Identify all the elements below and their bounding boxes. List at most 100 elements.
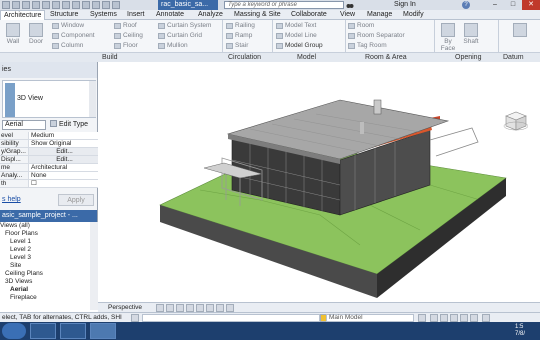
room-button[interactable]: Room xyxy=(348,22,374,29)
sun-path-icon[interactable] xyxy=(166,304,174,312)
panel-label-datum[interactable]: Datum xyxy=(503,53,524,62)
select-links-icon[interactable] xyxy=(430,314,438,322)
select-by-face-icon[interactable] xyxy=(460,314,468,322)
curtain-grid-button[interactable]: Curtain Grid xyxy=(158,32,202,39)
app-menu-icon[interactable] xyxy=(2,1,10,9)
text-icon[interactable] xyxy=(72,1,80,9)
level-button[interactable] xyxy=(510,21,530,49)
panel-label-build[interactable]: Build xyxy=(102,53,118,62)
tab-insert[interactable]: Insert xyxy=(124,10,148,20)
tree-item-aerial[interactable]: Aerial xyxy=(0,286,90,294)
panel-label-opening[interactable]: Opening xyxy=(455,53,481,62)
model-text-button[interactable]: Model Text xyxy=(276,22,316,29)
properties-help-link[interactable]: s help xyxy=(2,196,21,203)
select-pinned-icon[interactable] xyxy=(450,314,458,322)
redo-icon[interactable] xyxy=(42,1,50,9)
browser-scrollbar[interactable] xyxy=(90,222,98,310)
tree-item-ceiling-plans[interactable]: Ceiling Plans xyxy=(0,270,90,278)
edit-type-button[interactable]: Edit Type xyxy=(50,120,94,130)
room-separator-button[interactable]: Room Separator xyxy=(348,32,405,39)
open-icon[interactable] xyxy=(12,1,20,9)
select-underlay-icon[interactable] xyxy=(440,314,448,322)
window-button[interactable]: Window xyxy=(52,22,84,29)
minimize-button[interactable]: – xyxy=(486,0,504,10)
tree-item-level-1[interactable]: Level 1 xyxy=(0,238,90,246)
panel-label-circulation[interactable]: Circulation xyxy=(228,53,261,62)
help-icon[interactable]: ? xyxy=(462,1,470,9)
tab-annotate[interactable]: Annotate xyxy=(153,10,187,20)
by-face-button[interactable]: By Face xyxy=(438,21,458,52)
reveal-hidden-icon[interactable] xyxy=(216,304,224,312)
model-group-button[interactable]: Model Group xyxy=(276,42,323,49)
hide-isolate-icon[interactable] xyxy=(206,304,214,312)
taskbar-app-revit[interactable] xyxy=(90,323,116,339)
perspective-label[interactable]: Perspective xyxy=(108,303,142,312)
visual-style-icon[interactable] xyxy=(156,304,164,312)
3d-view-icon[interactable] xyxy=(82,1,90,9)
curtain-system-button[interactable]: Curtain System xyxy=(158,22,211,29)
tab-architecture[interactable]: Architecture xyxy=(0,10,46,20)
taskbar-app-media[interactable] xyxy=(60,323,86,339)
maximize-button[interactable]: □ xyxy=(504,0,522,10)
mullion-button[interactable]: Mullion xyxy=(158,42,188,49)
roof-button[interactable]: Roof xyxy=(114,22,137,29)
tree-item-level-3[interactable]: Level 3 xyxy=(0,254,90,262)
component-button[interactable]: Component xyxy=(52,32,95,39)
3d-viewport[interactable] xyxy=(98,62,540,302)
tab-massing-site[interactable]: Massing & Site xyxy=(231,10,284,20)
undo-icon[interactable] xyxy=(32,1,40,9)
taskbar-app-explorer[interactable] xyxy=(30,323,56,339)
save-icon[interactable] xyxy=(22,1,30,9)
railing-button[interactable]: Railing xyxy=(226,22,255,29)
tab-systems[interactable]: Systems xyxy=(87,10,120,20)
taskbar-clock[interactable]: 1:5 7/8/ xyxy=(515,324,525,338)
stair-button[interactable]: Stair xyxy=(226,42,248,49)
property-checkbox[interactable]: ☐ xyxy=(28,180,98,187)
tab-manage[interactable]: Manage xyxy=(364,10,395,20)
workset-field[interactable] xyxy=(142,314,320,322)
door-button[interactable]: Door xyxy=(26,21,46,49)
apply-button[interactable]: Apply xyxy=(58,194,94,206)
instance-filter-select[interactable]: Aerial xyxy=(2,120,46,130)
binoculars-icon[interactable] xyxy=(346,1,354,9)
panel-label-model[interactable]: Model xyxy=(297,53,316,62)
design-option-select[interactable]: Main Model xyxy=(326,314,414,322)
shaft-button[interactable]: Shaft xyxy=(461,21,481,49)
tree-item-fireplace[interactable]: Fireplace xyxy=(0,294,90,302)
type-selector-scrollbar[interactable] xyxy=(89,81,96,117)
tree-item-floor-plans[interactable]: Floor Plans xyxy=(0,230,90,238)
wall-button[interactable]: Wall xyxy=(3,21,23,49)
lock-view-icon[interactable] xyxy=(196,304,204,312)
drag-elements-icon[interactable] xyxy=(470,314,478,322)
tree-item-views-all[interactable]: Views (all) xyxy=(0,222,90,230)
tree-item-site[interactable]: Site xyxy=(0,262,90,270)
tab-structure[interactable]: Structure xyxy=(47,10,81,20)
tab-modify[interactable]: Modify xyxy=(400,10,427,20)
tab-collaborate[interactable]: Collaborate xyxy=(288,10,330,20)
filter-icon[interactable] xyxy=(482,314,490,322)
tree-item-level-2[interactable]: Level 2 xyxy=(0,246,90,254)
close-hidden-icon[interactable] xyxy=(102,1,110,9)
ramp-button[interactable]: Ramp xyxy=(226,32,252,39)
sign-in-button[interactable]: Sign In xyxy=(394,0,416,10)
workset-icon[interactable] xyxy=(131,314,139,322)
column-button[interactable]: Column xyxy=(52,42,83,49)
panel-label-room-area[interactable]: Room & Area xyxy=(365,53,407,62)
render-icon[interactable] xyxy=(186,304,194,312)
floor-button[interactable]: Floor xyxy=(114,42,138,49)
tab-analyze[interactable]: Analyze xyxy=(195,10,226,20)
tag-room-button[interactable]: Tag Room xyxy=(348,42,387,49)
viewcube[interactable] xyxy=(502,108,528,132)
tab-view[interactable]: View xyxy=(337,10,358,20)
crop-view-icon[interactable] xyxy=(226,304,234,312)
tree-item-3d-views[interactable]: 3D Views xyxy=(0,278,90,286)
print-icon[interactable] xyxy=(52,1,60,9)
exclude-options-icon[interactable] xyxy=(418,314,426,322)
ceiling-button[interactable]: Ceiling xyxy=(114,32,143,39)
switch-windows-icon[interactable] xyxy=(112,1,120,9)
measure-icon[interactable] xyxy=(62,1,70,9)
type-selector[interactable]: 3D View xyxy=(2,80,96,118)
shadows-icon[interactable] xyxy=(176,304,184,312)
building-model[interactable] xyxy=(98,62,540,302)
search-input[interactable]: Type a keyword or phrase xyxy=(224,1,344,9)
